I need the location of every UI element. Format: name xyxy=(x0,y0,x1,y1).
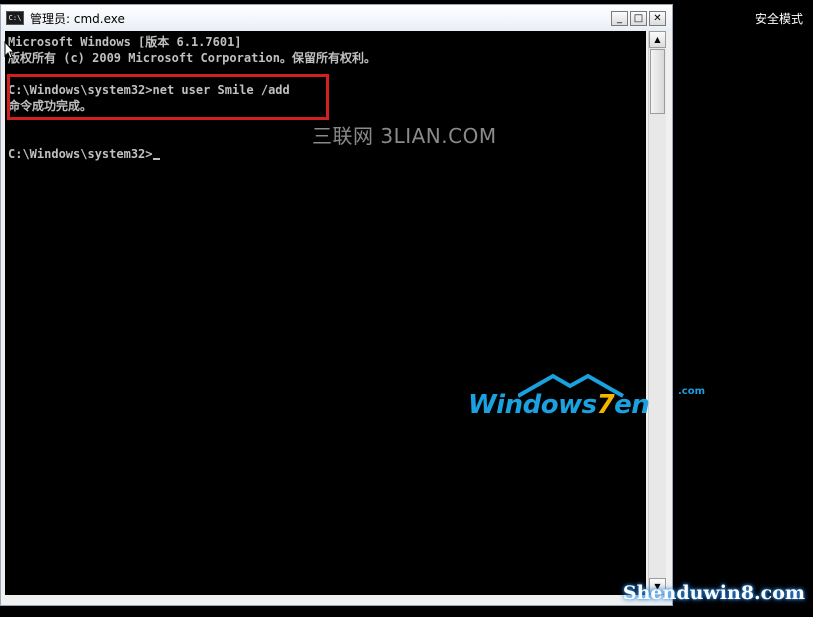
cmd-app-icon[interactable]: C:\ xyxy=(6,11,24,25)
console-prompt-line: C:\Windows\system32> xyxy=(8,146,160,162)
window-title: 管理员: cmd.exe xyxy=(30,11,125,26)
watermark-3lian: 三联网 3LIAN.COM xyxy=(312,124,497,148)
close-button[interactable]: ✕ xyxy=(649,11,666,26)
desktop-safe-mode-label-top-right: 安全模式 xyxy=(754,12,803,26)
maximize-button[interactable]: □ xyxy=(630,11,647,26)
logo-com: .com xyxy=(678,386,706,397)
minimize-button[interactable]: _ xyxy=(611,11,628,26)
console-line: 版权所有 (c) 2009 Microsoft Corporation。保留所有… xyxy=(8,51,376,65)
console-line: Microsoft Windows [版本 6.1.7601] xyxy=(8,35,242,49)
cmd-window: C:\ 管理员: cmd.exe _ □ ✕ Microsoft Windows… xyxy=(0,4,673,606)
watermark-shenduwin: Shenduwin8.com xyxy=(622,582,805,604)
vertical-scrollbar[interactable]: ▲ ▼ xyxy=(648,31,666,595)
text-cursor xyxy=(152,158,160,160)
logo-text: Windows7en xyxy=(468,390,650,420)
command-highlight-box xyxy=(7,74,329,120)
console-output-area[interactable]: Microsoft Windows [版本 6.1.7601] 版权所有 (c)… xyxy=(5,31,646,595)
console-prompt: C:\Windows\system32> xyxy=(8,147,153,161)
window-controls: _ □ ✕ xyxy=(611,11,666,26)
scrollbar-thumb[interactable] xyxy=(650,49,665,114)
windows7en-logo: Windows7en .com xyxy=(468,372,728,422)
title-bar[interactable]: C:\ 管理员: cmd.exe _ □ ✕ xyxy=(1,5,672,31)
scroll-up-arrow-icon[interactable]: ▲ xyxy=(649,31,666,48)
